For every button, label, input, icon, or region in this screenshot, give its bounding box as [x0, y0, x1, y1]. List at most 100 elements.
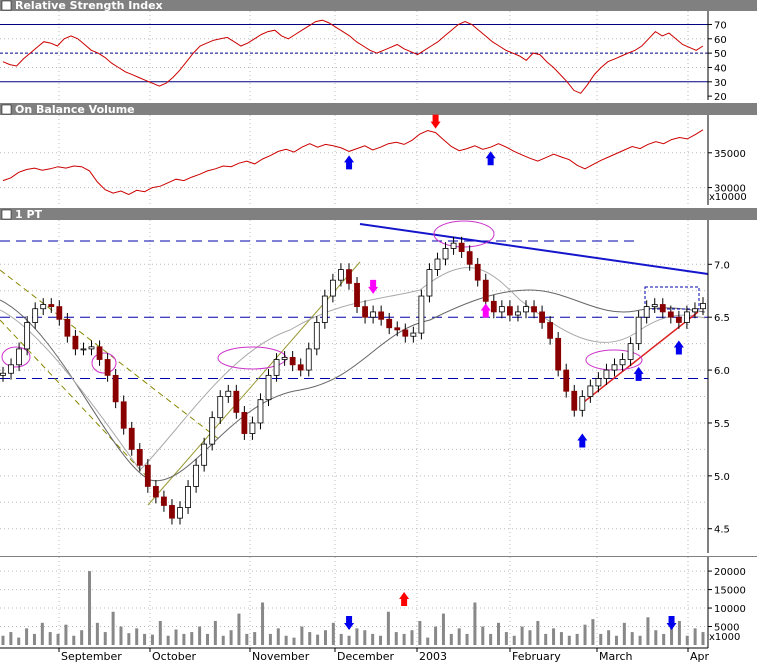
volume-bar: [150, 634, 154, 645]
candle-up: [611, 364, 618, 371]
candle-up: [410, 332, 417, 337]
chart-window: Relative Strength Index 70 60 50 40 30 20 On …: [0, 0, 757, 662]
candle-up: [523, 306, 529, 313]
volume-bar: [662, 633, 666, 645]
volume-bar: [198, 626, 202, 645]
candle-down: [289, 356, 296, 366]
candle-up: [498, 306, 505, 313]
candle-down: [112, 374, 119, 403]
volume-arrow-up-1: [399, 592, 410, 606]
candle-down: [378, 311, 385, 320]
volume-bar: [261, 602, 265, 645]
volume-bar: [268, 633, 272, 645]
month-label: December: [337, 650, 395, 662]
price-tick-labels: 7.0 6.5 6.0 5.5 5.0 4.5: [708, 260, 730, 536]
month-label: February: [512, 650, 561, 662]
month-label: 2003: [419, 650, 447, 662]
candle-up: [692, 308, 698, 313]
highlight-ellipse-1: [1, 346, 31, 368]
candle-down: [571, 390, 578, 411]
resistance-trendline: [359, 223, 709, 275]
volume-bar: [127, 633, 131, 645]
obv-panel-icon[interactable]: [1, 104, 12, 115]
volume-bar: [457, 628, 461, 645]
candle-up: [338, 269, 344, 281]
volume-bar: [292, 637, 296, 645]
uptrend-line: [147, 261, 361, 506]
volume-bar: [441, 613, 445, 645]
price-panel-icon[interactable]: [1, 209, 12, 220]
volume-bar: [229, 630, 233, 645]
volume-tick-label: 20000: [714, 567, 746, 578]
rsi-tick-label: 60: [714, 35, 727, 46]
volume-bar: [654, 630, 658, 645]
month-label: March: [599, 650, 633, 662]
volume-arrow-down-2: [666, 616, 677, 630]
candle-up: [185, 486, 191, 508]
volume-bar: [17, 637, 21, 645]
volume-bar: [40, 622, 44, 645]
candle-up: [225, 390, 232, 397]
candle-up: [515, 311, 521, 316]
candle-down: [555, 337, 562, 371]
candle-up: [249, 422, 256, 434]
candle-up: [643, 306, 650, 318]
candle-down: [346, 269, 352, 284]
volume-separator: [0, 556, 757, 557]
candle-up: [579, 396, 586, 411]
candle-down: [539, 311, 545, 323]
candle-down: [563, 369, 570, 392]
candle-down: [362, 306, 368, 318]
candle-up: [603, 369, 610, 379]
volume-bar: [418, 620, 422, 645]
volume-bar: [339, 633, 343, 645]
volume-bar: [552, 628, 556, 645]
candle-up: [635, 316, 642, 345]
volume-bar: [88, 571, 92, 645]
rsi-panel-icon[interactable]: [1, 0, 12, 11]
volume-bar: [174, 629, 178, 645]
candle-up: [281, 356, 288, 360]
volume-bar: [48, 632, 52, 645]
price-tick-label: 5.0: [714, 472, 730, 483]
candle-up: [450, 242, 457, 249]
volume-bar: [426, 637, 430, 645]
candle-down: [402, 329, 409, 337]
candle-down: [458, 242, 465, 253]
candle-down: [233, 390, 240, 413]
volume-bar: [559, 632, 563, 645]
price-tick-label: 6.0: [714, 366, 730, 377]
volume-bar: [245, 633, 249, 645]
candle-up: [426, 269, 433, 297]
volume-tick-label: 10000: [714, 604, 746, 615]
month-label: Apr: [690, 650, 710, 662]
candle-down: [48, 304, 55, 308]
obv-arrow-up-2: [485, 151, 496, 166]
volume-bar: [213, 620, 217, 645]
price-tick-label: 6.5: [714, 313, 730, 324]
volume-bar: [544, 633, 548, 645]
price-tick-label: 4.5: [714, 525, 730, 536]
candle-down: [474, 263, 481, 281]
volume-bar: [473, 602, 477, 645]
obv-arrow-up-0: [344, 155, 355, 170]
volume-tick-label: 15000: [714, 586, 746, 597]
candle-down: [136, 449, 143, 466]
candle-up: [329, 279, 336, 297]
volume-bar: [583, 624, 587, 645]
volume-bar: [80, 630, 84, 645]
volume-bar: [512, 635, 516, 645]
volume-bar: [497, 622, 501, 645]
candle-up: [619, 359, 626, 366]
candle-down: [659, 304, 666, 313]
volume-bar: [371, 633, 375, 645]
candle-down: [144, 464, 151, 487]
volume-bar: [331, 622, 335, 645]
price-gridlines: [0, 220, 708, 553]
volume-bar: [638, 635, 642, 645]
volume-bar: [119, 626, 123, 645]
volume-bar: [284, 635, 288, 645]
price-arrow-up-2: [577, 433, 588, 448]
candle-up: [88, 346, 95, 350]
volume-bar: [481, 626, 485, 645]
